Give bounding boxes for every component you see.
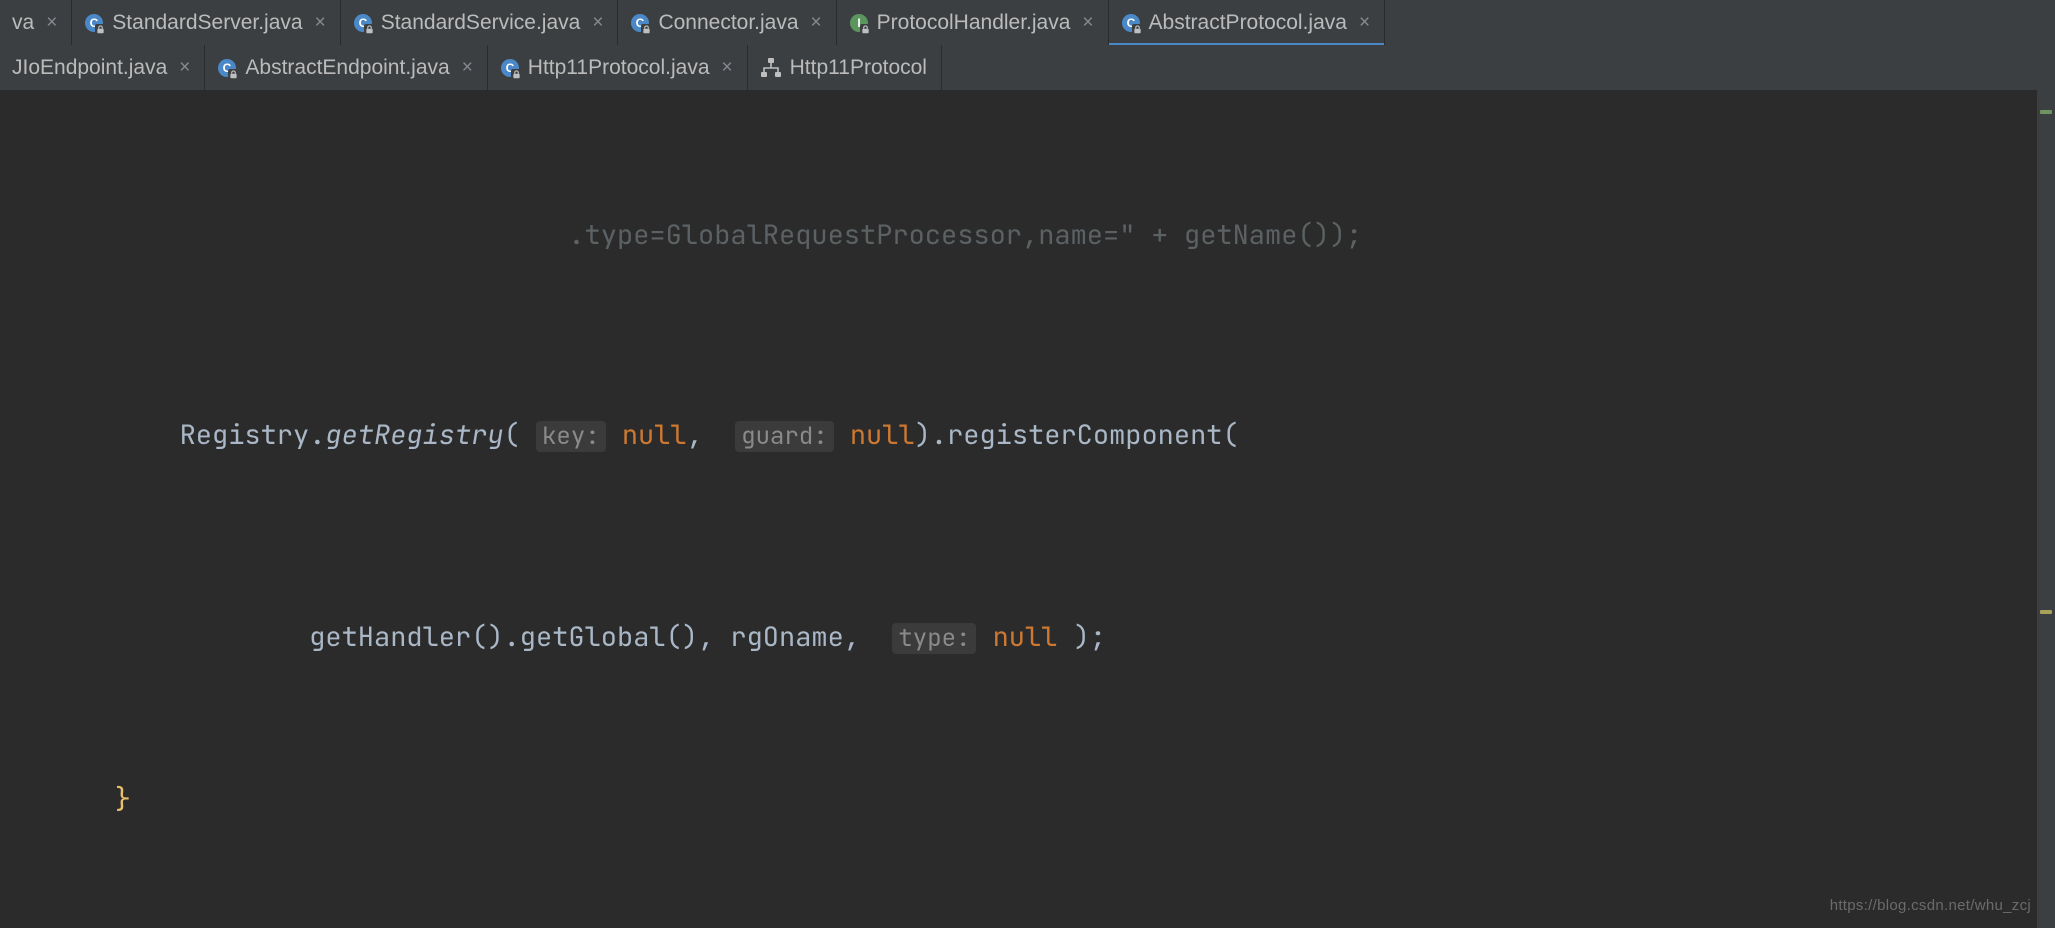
code-text: null [622, 417, 687, 453]
java-interface-icon: I [849, 13, 869, 33]
code-text: getRegistry [325, 417, 503, 453]
close-icon[interactable]: × [718, 57, 733, 79]
code-text: .type=GlobalRequestProcessor,name=" + ge… [309, 217, 1362, 253]
java-class-icon: C [630, 13, 650, 33]
file-tab-label: ProtocolHandler.java [877, 11, 1071, 35]
param-hint: guard: [735, 421, 833, 452]
file-tab[interactable]: C AbstractProtocol.java × [1109, 0, 1386, 45]
file-tab[interactable]: C Http11Protocol.java × [488, 45, 748, 90]
editor-tabs: va × C StandardServer.java × C StandardSer… [0, 0, 2055, 91]
java-class-icon: C [84, 13, 104, 33]
code-text: ).registerComponent( [915, 417, 1239, 453]
close-icon[interactable]: × [175, 57, 190, 79]
file-tab[interactable]: JIoEndpoint.java × [0, 45, 205, 90]
close-icon[interactable]: × [42, 12, 57, 34]
java-class-icon: C [353, 13, 373, 33]
tab-row-1: va × C StandardServer.java × C StandardSer… [0, 0, 2055, 45]
file-tab[interactable]: C AbstractEndpoint.java × [205, 45, 487, 90]
java-class-icon: C [217, 58, 237, 78]
file-tab-label: StandardService.java [381, 11, 581, 35]
lock-icon [95, 24, 106, 35]
code-text: ); [1057, 619, 1106, 655]
file-tab-label: AbstractEndpoint.java [245, 56, 449, 80]
close-icon[interactable]: × [1355, 12, 1370, 34]
file-tab[interactable]: C StandardServer.java × [72, 0, 340, 45]
tab-row-2: JIoEndpoint.java × C AbstractEndpoint.jav… [0, 45, 2055, 90]
file-tab[interactable]: C Connector.java × [618, 0, 836, 45]
file-tab[interactable]: Http11Protocol [748, 45, 942, 90]
code-text: ( [504, 417, 536, 453]
hierarchy-icon [760, 57, 782, 79]
code-text: Registry. [50, 417, 325, 453]
file-tab-label: va [12, 11, 34, 35]
param-hint: type: [892, 623, 976, 654]
file-tab-label: Http11Protocol.java [528, 56, 710, 80]
java-class-icon: C [500, 58, 520, 78]
code-editor[interactable]: .type=GlobalRequestProcessor,name=" + ge… [0, 91, 2055, 928]
close-icon[interactable]: × [588, 12, 603, 34]
close-icon[interactable]: × [1078, 12, 1093, 34]
file-tab-label: Connector.java [658, 11, 798, 35]
file-tab[interactable]: C StandardService.java × [341, 0, 619, 45]
lock-icon [364, 24, 375, 35]
java-class-icon: C [1121, 13, 1141, 33]
file-tab-label: AbstractProtocol.java [1149, 11, 1347, 35]
close-icon[interactable]: × [807, 12, 822, 34]
param-hint: key: [536, 421, 606, 452]
lock-icon [511, 69, 522, 80]
watermark-text: https://blog.csdn.net/whu_zcj [1830, 897, 2031, 914]
code-text: null [850, 417, 915, 453]
file-tab-label: Http11Protocol [790, 56, 927, 80]
file-tab[interactable]: va × [0, 0, 72, 45]
close-icon[interactable]: × [311, 12, 326, 34]
lock-icon [860, 24, 871, 35]
close-icon[interactable]: × [458, 57, 473, 79]
file-tab-label: JIoEndpoint.java [12, 56, 167, 80]
lock-icon [228, 69, 239, 80]
file-tab-label: StandardServer.java [112, 11, 302, 35]
lock-icon [1132, 24, 1143, 35]
code-text: getHandler().getGlobal(), rgOname, [50, 619, 892, 655]
file-tab[interactable]: I ProtocolHandler.java × [837, 0, 1109, 45]
code-text: } [50, 781, 131, 817]
code-text: , [687, 417, 736, 453]
lock-icon [641, 24, 652, 35]
code-text: null [993, 619, 1058, 655]
